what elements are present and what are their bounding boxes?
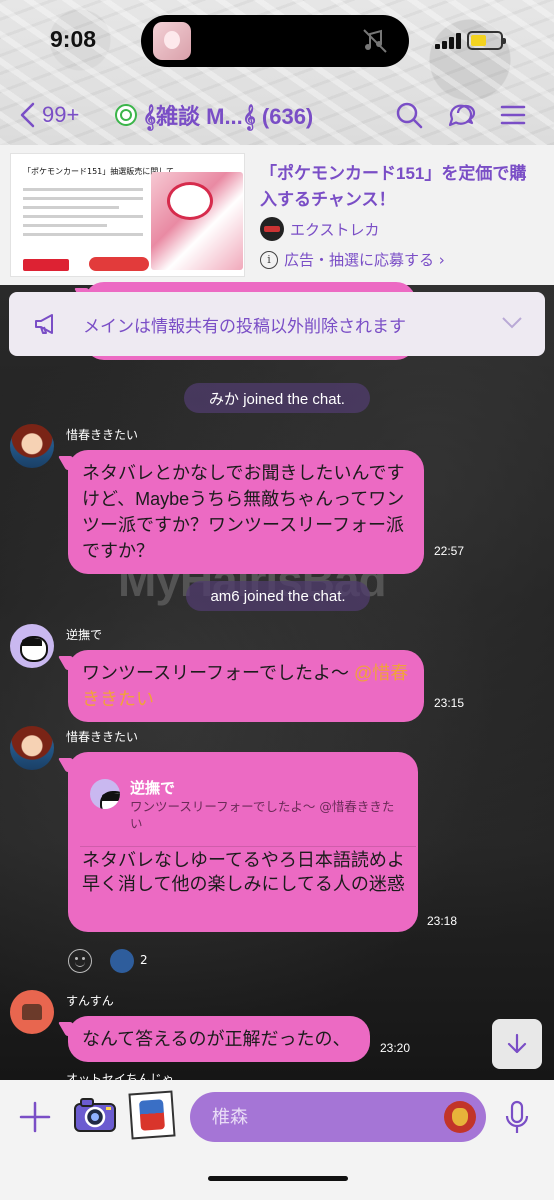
reaction-icon[interactable] <box>110 949 134 973</box>
ad-brand-name: エクストレカ <box>290 220 380 239</box>
ad-image-text-lines <box>23 188 143 242</box>
battery-icon <box>467 31 506 50</box>
ad-banner[interactable]: 「ポケモンカード151」抽選販売に関して 「ポケモンカード151」を定価で購入す… <box>0 145 554 285</box>
avatar[interactable] <box>10 424 54 468</box>
message-username: 逆撫で <box>66 628 103 642</box>
message-username: すんすん <box>66 994 114 1008</box>
chat-title[interactable]: 𝄞雑談 M...𝄞 (636) <box>115 98 313 132</box>
quoted-avatar <box>90 779 120 809</box>
message-bubble[interactable]: なんて答えるのが正解だったの、 <box>68 1016 370 1062</box>
pinned-text: メインは情報共有の投稿以外削除されます <box>83 317 406 336</box>
search-icon[interactable] <box>394 100 424 130</box>
arrow-down-icon <box>507 1033 527 1054</box>
ad-image-logo <box>23 259 69 271</box>
message-timestamp: 22:57 <box>434 544 465 558</box>
home-indicator[interactable] <box>208 1176 348 1181</box>
cellular-signal-icon <box>435 33 461 49</box>
open-chat-icon <box>115 104 137 126</box>
info-icon: i <box>260 250 278 269</box>
message-username: 惜春ききたい <box>66 428 139 442</box>
message-input-container[interactable] <box>190 1092 486 1142</box>
quoted-username: 逆撫で <box>130 779 176 797</box>
brand-logo-icon <box>260 217 284 241</box>
scroll-to-bottom-button[interactable] <box>492 1019 542 1069</box>
avatar[interactable] <box>10 990 54 1034</box>
add-reaction-icon[interactable] <box>68 949 92 973</box>
chat-bubbles-icon[interactable] <box>446 100 476 130</box>
plus-icon[interactable] <box>18 1100 52 1134</box>
microphone-icon[interactable] <box>504 1100 530 1136</box>
status-time: 9:08 <box>50 26 97 52</box>
message-username: オットセイちんじゃ <box>66 1072 175 1080</box>
ad-image[interactable]: 「ポケモンカード151」抽選販売に関して <box>10 153 245 277</box>
dynamic-island[interactable] <box>141 15 409 67</box>
message-username: 惜春ききたい <box>66 730 139 744</box>
pinned-announcement[interactable]: メインは情報共有の投稿以外削除されます <box>9 292 545 356</box>
camera-icon[interactable] <box>72 1096 118 1134</box>
ad-image-apply-button <box>89 257 149 271</box>
back-chevron-icon <box>20 102 35 128</box>
menu-icon[interactable] <box>498 100 528 130</box>
back-button[interactable]: 99+ <box>18 98 79 132</box>
chevron-down-icon[interactable] <box>501 316 523 330</box>
quoted-reply[interactable]: 逆撫で ワンツースリーフォーでしたよ〜 @惜春ききたい <box>80 765 416 847</box>
top-area: 9:08 99+ 𝄞雑談 M...𝄞 (636) <box>0 0 554 145</box>
system-message: みか joined the chat. <box>184 383 370 413</box>
message-input[interactable] <box>212 1092 432 1142</box>
avatar[interactable] <box>10 726 54 770</box>
muted-music-icon <box>363 29 387 53</box>
quoted-text: ワンツースリーフォーでしたよ〜 @惜春ききたい <box>130 799 395 831</box>
emoji-icon[interactable] <box>444 1101 476 1133</box>
chat-header: 99+ 𝄞雑談 M...𝄞 (636) <box>0 90 554 140</box>
message-timestamp: 23:18 <box>427 914 458 928</box>
ad-headline[interactable]: 「ポケモンカード151」を定価で購入するチャンス！ <box>260 161 540 213</box>
message-bubble[interactable]: ワンツースリーフォーでしたよ〜 @惜春ききたい <box>68 650 424 722</box>
reaction-count: 2 <box>140 953 148 967</box>
message-text: ネタバレなしゆーてるやろ日本語読めよ早く消して他の楽しみにしてる人の迷惑 <box>82 850 405 894</box>
message-text: ワンツースリーフォーでしたよ〜 <box>82 663 354 683</box>
megaphone-icon <box>35 314 53 334</box>
sticker-icon[interactable] <box>128 1090 176 1140</box>
ad-note[interactable]: i 広告・抽選に応募する › <box>260 249 445 270</box>
message-bubble[interactable]: ネタバレとかなしでお聞きしたいんですけど、Maybeうちら無敵ちゃんってワンツー… <box>68 450 424 574</box>
status-bar: 9:08 <box>0 0 554 80</box>
ad-brand[interactable]: エクストレカ <box>260 217 380 241</box>
pokemon-card-box-image <box>151 172 243 270</box>
now-playing-thumbnail <box>153 22 191 60</box>
message-input-bar <box>0 1080 554 1200</box>
chat-title-text: 𝄞雑談 M...𝄞 (636) <box>143 104 314 129</box>
message-timestamp: 23:15 <box>434 696 465 710</box>
message-timestamp: 23:20 <box>380 1041 411 1055</box>
avatar[interactable] <box>10 624 54 668</box>
ad-note-text: 広告・抽選に応募する › <box>284 251 445 269</box>
system-message: am6 joined the chat. <box>186 581 370 611</box>
unread-count: 99+ <box>42 102 80 127</box>
